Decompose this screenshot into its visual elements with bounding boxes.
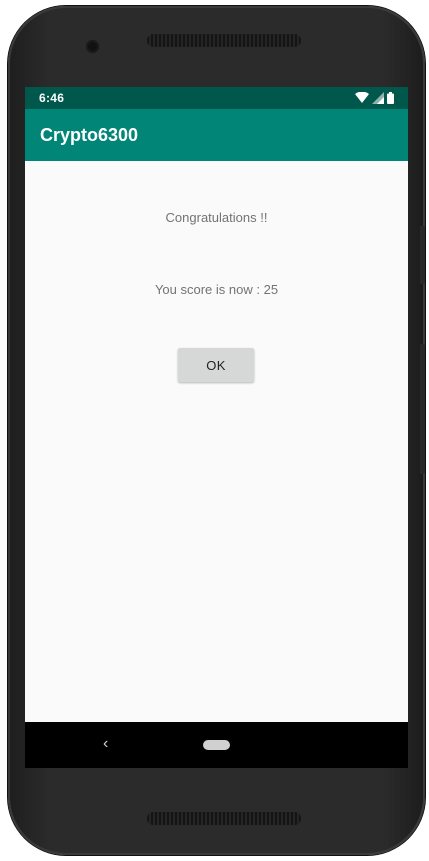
cell-signal-icon xyxy=(372,92,384,104)
wifi-icon xyxy=(355,92,369,103)
screen: 6:46 Crypto6300 Congratulations !! You s… xyxy=(25,87,408,768)
score-text: You score is now : 25 xyxy=(154,282,279,297)
battery-icon xyxy=(387,92,394,104)
app-title: Crypto6300 xyxy=(40,125,139,145)
back-icon[interactable]: ‹ xyxy=(103,735,108,753)
status-time: 6:46 xyxy=(39,91,65,105)
bottom-speaker xyxy=(147,812,301,825)
top-speaker xyxy=(147,34,301,47)
status-bar: 6:46 xyxy=(25,87,408,109)
ok-button[interactable]: OK xyxy=(178,348,254,382)
app-bar: Crypto6300 xyxy=(25,109,408,161)
navigation-bar: ‹ xyxy=(25,722,408,768)
status-icons xyxy=(355,92,394,104)
power-button xyxy=(420,344,425,474)
front-camera xyxy=(86,40,99,53)
volume-button xyxy=(420,226,425,284)
content-area: Congratulations !! You score is now : 25… xyxy=(25,161,408,722)
congratulations-message: Congratulations !! xyxy=(165,210,268,225)
home-icon[interactable] xyxy=(203,740,230,750)
